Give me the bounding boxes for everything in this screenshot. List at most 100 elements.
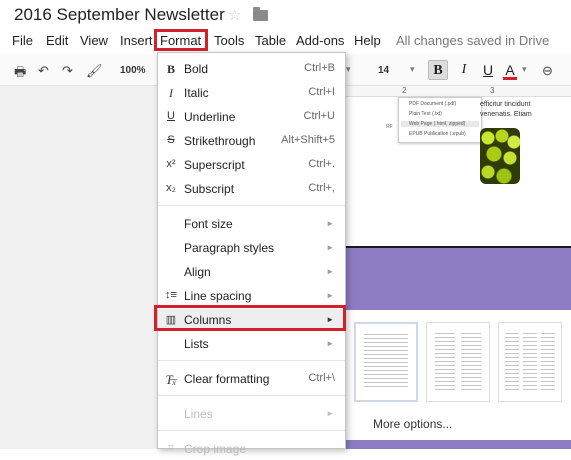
download-html: Web Page (.html, zipped) <box>401 121 479 127</box>
menu-item-shortcut: Ctrl+. <box>308 158 335 170</box>
download-epub: EPUB Publication (.epub) <box>409 131 466 137</box>
format-menu-highlight <box>154 29 208 51</box>
one-column-option[interactable] <box>354 322 418 402</box>
line-spacing-icon: ↕≡ <box>165 289 177 301</box>
title-bar: 2016 September Newsletter ☆ <box>0 0 571 28</box>
menu-item-paragraph-styles[interactable]: Paragraph styles ► <box>158 237 345 259</box>
menu-add-ons[interactable]: Add-ons <box>296 33 344 48</box>
submenu-arrow-icon: ► <box>326 267 334 276</box>
save-status[interactable]: All changes saved in Drive <box>396 33 549 48</box>
strikethrough-icon: S <box>167 134 175 146</box>
subscript-icon: x₂ <box>166 182 176 194</box>
paint-format-icon[interactable]: 🖌 <box>86 63 103 79</box>
italic-button[interactable]: I <box>454 60 474 80</box>
underline-button[interactable]: U <box>478 60 498 80</box>
document-title[interactable]: 2016 September Newsletter <box>14 5 225 25</box>
menu-separator <box>158 205 345 206</box>
menu-separator <box>158 395 345 396</box>
menu-separator <box>158 360 345 361</box>
menu-item-label: Align <box>184 265 211 279</box>
menu-item-label: Underline <box>184 110 236 124</box>
menu-item-label: Superscript <box>184 158 245 172</box>
redo-icon[interactable]: ↷ <box>62 63 73 79</box>
menu-item-label: Strikethrough <box>184 134 256 148</box>
menu-item-lines[interactable]: Lines ► <box>158 403 345 425</box>
text-color-caret-icon[interactable]: ▾ <box>522 64 527 75</box>
menu-item-italic[interactable]: I Italic Ctrl+I <box>158 82 345 104</box>
font-caret-icon[interactable]: ▾ <box>346 64 351 75</box>
folder-icon[interactable] <box>253 7 268 21</box>
three-column-option[interactable] <box>498 322 562 402</box>
menu-item-crop-image[interactable]: ⌗ Crop image <box>158 438 345 460</box>
print-icon[interactable]: 🖶 <box>14 63 26 85</box>
submenu-arrow-icon: ► <box>326 409 334 418</box>
menu-tools[interactable]: Tools <box>214 33 244 48</box>
menu-item-label: Bold <box>184 62 209 76</box>
menu-insert[interactable]: Insert <box>120 33 153 48</box>
menu-item-bold[interactable]: B Bold Ctrl+B <box>158 58 345 80</box>
purple-banner <box>346 248 571 310</box>
download-txt: Plain Text (.txt) <box>409 111 442 117</box>
italic-icon: I <box>169 86 173 100</box>
limes-image[interactable] <box>480 128 520 184</box>
font-size-caret-icon[interactable]: ▾ <box>410 64 415 75</box>
underline-icon: U <box>167 110 175 122</box>
menu-item-label: Crop image <box>184 442 247 456</box>
zoom-select[interactable]: 100% <box>120 65 146 76</box>
menu-file[interactable]: File <box>12 33 33 48</box>
more-options-link[interactable]: More options... <box>373 417 452 431</box>
column-lines <box>364 334 408 390</box>
menu-separator <box>158 430 345 431</box>
menu-item-font-size[interactable]: Font size ► <box>158 213 345 235</box>
menu-item-label: Paragraph styles <box>184 241 275 255</box>
undo-icon[interactable]: ↶ <box>38 63 49 79</box>
menu-table[interactable]: Table <box>255 33 286 48</box>
menu-item-shortcut: Alt+Shift+5 <box>281 134 335 146</box>
menu-bar: File Edit View Insert Format Tools Table… <box>0 28 571 52</box>
menu-item-clear-formatting[interactable]: T̶ₓ Clear formatting Ctrl+\ <box>158 368 345 390</box>
page-body-text: efficitur tincidunt venenatis. Etiam <box>480 101 532 118</box>
format-dropdown-menu: B Bold Ctrl+B I Italic Ctrl+I U Underlin… <box>157 52 346 456</box>
menu-item-underline[interactable]: U Underline Ctrl+U <box>158 106 345 128</box>
menu-item-label: Subscript <box>184 182 235 196</box>
menu-item-label: Lists <box>184 337 209 351</box>
text-color-indicator <box>503 77 517 80</box>
download-submenu-preview: PDF Document (.pdf) Plain Text (.txt) We… <box>398 97 482 143</box>
two-column-option[interactable] <box>426 322 490 402</box>
menu-help[interactable]: Help <box>354 33 381 48</box>
menu-item-strikethrough[interactable]: S Strikethrough Alt+Shift+5 <box>158 130 345 152</box>
ruler-mark: 3 <box>490 86 495 95</box>
menu-edit[interactable]: Edit <box>46 33 68 48</box>
submenu-arrow-icon: ► <box>326 291 334 300</box>
column-lines <box>461 333 481 391</box>
menu-item-shortcut: Ctrl+U <box>303 110 335 122</box>
purple-strip <box>346 440 571 449</box>
ruler: 2 3 <box>346 86 571 97</box>
menu-item-superscript[interactable]: x² Superscript Ctrl+. <box>158 154 345 176</box>
menu-item-shortcut: Ctrl+I <box>308 86 335 98</box>
link-icon[interactable]: ⊖ <box>542 63 553 79</box>
page-rf-text: RF <box>386 124 393 130</box>
submenu-arrow-icon: ► <box>326 339 334 348</box>
menu-item-shortcut: Ctrl+, <box>308 182 335 194</box>
menu-item-lists[interactable]: Lists ► <box>158 333 345 355</box>
bold-icon: B <box>166 62 175 76</box>
menu-item-line-spacing[interactable]: ↕≡ Line spacing ► <box>158 285 345 307</box>
submenu-arrow-icon: ► <box>326 243 334 252</box>
font-size-select[interactable]: 14 <box>378 65 389 76</box>
menu-item-label: Line spacing <box>184 289 252 303</box>
menu-view[interactable]: View <box>80 33 108 48</box>
columns-item-highlight <box>154 305 346 331</box>
clear-formatting-icon: T̶ₓ <box>165 372 177 387</box>
column-lines <box>435 333 455 391</box>
menu-item-label: Italic <box>184 86 209 100</box>
download-pdf: PDF Document (.pdf) <box>409 101 457 107</box>
star-icon[interactable]: ☆ <box>228 6 241 24</box>
menu-item-shortcut: Ctrl+\ <box>308 372 335 384</box>
submenu-arrow-icon: ► <box>326 219 334 228</box>
menu-item-label: Clear formatting <box>184 372 270 386</box>
column-lines <box>505 333 519 391</box>
menu-item-align[interactable]: Align ► <box>158 261 345 283</box>
bold-button[interactable]: B <box>428 60 448 80</box>
menu-item-subscript[interactable]: x₂ Subscript Ctrl+, <box>158 178 345 200</box>
